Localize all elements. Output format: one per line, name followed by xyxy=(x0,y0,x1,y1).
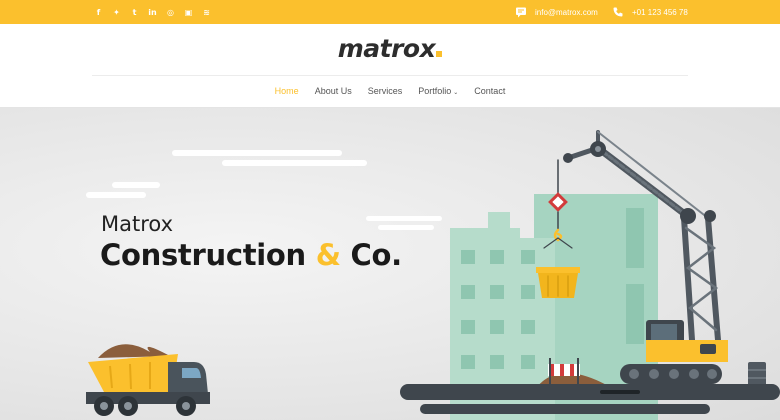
logo-text: matrox xyxy=(337,34,436,63)
hero-title-ampersand: & xyxy=(315,238,341,272)
dump-truck xyxy=(86,344,210,416)
nav-portfolio[interactable]: Portfolio ⌄ xyxy=(418,86,458,96)
phone-icon xyxy=(613,7,623,17)
social-links: f ✦ t in ◎ ▣ ≋ xyxy=(94,0,211,24)
main-nav: Home About Us Services Portfolio ⌄ Contac… xyxy=(0,86,780,96)
hero-title-a: Construction xyxy=(100,238,316,272)
dribbble-icon[interactable]: ◎ xyxy=(166,8,175,17)
hero-title-b: Co. xyxy=(340,238,402,272)
hero-banner: Matrox Construction & Co. xyxy=(0,108,780,420)
contact-phone-text: +01 123 456 78 xyxy=(632,7,688,17)
header-divider xyxy=(92,75,688,76)
nav-services[interactable]: Services xyxy=(368,86,403,96)
rss-icon[interactable]: ≋ xyxy=(202,8,211,17)
nav-contact[interactable]: Contact xyxy=(474,86,505,96)
tumblr-icon[interactable]: t xyxy=(130,8,139,17)
nav-about-us[interactable]: About Us xyxy=(315,86,352,96)
linkedin-icon[interactable]: in xyxy=(148,8,157,17)
contact-email[interactable]: info@matrox.com xyxy=(515,0,598,24)
logo-dot xyxy=(436,51,443,57)
nav-home[interactable]: Home xyxy=(275,86,299,96)
hero-subtitle: Matrox xyxy=(101,212,174,236)
top-bar: f ✦ t in ◎ ▣ ≋ info@matrox.com +01 123 4… xyxy=(0,0,780,24)
ground-strip xyxy=(400,384,780,400)
contact-email-text: info@matrox.com xyxy=(535,7,598,17)
nav-portfolio-label: Portfolio xyxy=(418,86,452,96)
contact-phone[interactable]: +01 123 456 78 xyxy=(612,0,688,24)
instagram-icon[interactable]: ▣ xyxy=(184,8,193,17)
chat-icon xyxy=(516,7,526,18)
facebook-icon[interactable]: f xyxy=(94,8,103,17)
site-header: matrox Home About Us Services Portfolio ⌄… xyxy=(0,24,780,108)
chevron-down-icon: ⌄ xyxy=(453,90,459,96)
barrel xyxy=(748,362,766,386)
hero-title: Construction & Co. xyxy=(100,238,402,272)
twitter-icon[interactable]: ✦ xyxy=(112,8,121,17)
site-logo[interactable]: matrox xyxy=(0,34,780,63)
